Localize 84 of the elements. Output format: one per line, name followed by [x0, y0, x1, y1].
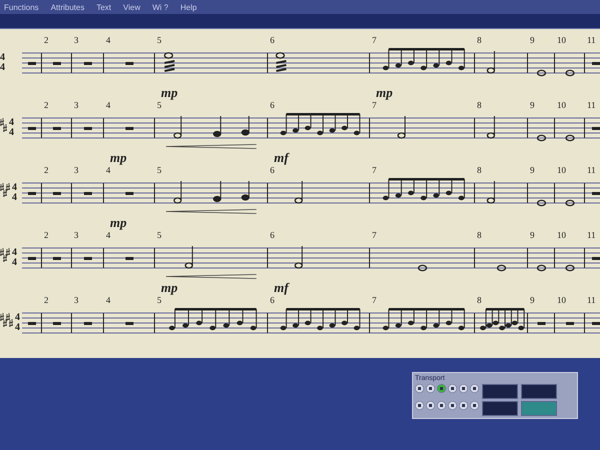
measure-number: 9: [530, 100, 534, 110]
measure-number: 9: [530, 295, 534, 305]
measure-number: 7: [372, 165, 376, 175]
measure-number: 8: [477, 230, 482, 240]
measure-number: 7: [372, 230, 376, 240]
transport-button-icon[interactable]: [426, 384, 435, 393]
measure-number: 6: [270, 35, 274, 45]
measure-number: 5: [157, 230, 162, 240]
measure-number: 4: [106, 35, 110, 45]
time-signature: 4 4: [9, 118, 14, 138]
measure-number: 9: [530, 165, 534, 175]
play-icon[interactable]: [437, 384, 446, 393]
menu-item[interactable]: Functions: [4, 2, 39, 12]
transport-button-icon[interactable]: [415, 401, 424, 410]
tempo-display: [521, 384, 557, 399]
measure-number: 11: [587, 165, 596, 175]
measure-number: 7: [372, 35, 376, 45]
menu-item[interactable]: View: [123, 2, 140, 12]
measure-number: 2: [44, 35, 48, 45]
measure-number: 11: [587, 295, 596, 305]
measure-number: 10: [557, 100, 566, 110]
measure-number: 8: [477, 100, 482, 110]
measure-number: 10: [557, 165, 566, 175]
measure-number: 8: [477, 165, 482, 175]
measure-number: 6: [270, 100, 274, 110]
measure-number: 2: [44, 295, 48, 305]
measure-number: 4: [106, 295, 110, 305]
time-display: [482, 384, 518, 399]
menu-item[interactable]: Help: [180, 2, 197, 12]
time-signature: 4 4: [12, 183, 17, 203]
dynamic-marking: mp: [109, 150, 127, 165]
measure-number: 8: [477, 35, 482, 45]
measure-number: 5: [157, 165, 162, 175]
menu-item[interactable]: Wi ?: [152, 2, 168, 12]
measure-number: 5: [157, 35, 162, 45]
measure-number: 8: [477, 295, 482, 305]
transport-button-icon[interactable]: [437, 401, 446, 410]
measure-number: 2: [44, 165, 48, 175]
measure-number: 3: [74, 100, 78, 110]
measure-number: 6: [270, 230, 274, 240]
measure-number: 6: [270, 295, 274, 305]
menu-item[interactable]: Attributes: [50, 2, 84, 12]
transport-button-icon[interactable]: [415, 384, 424, 393]
measure-number: 5: [157, 100, 162, 110]
measure-number: 3: [74, 230, 78, 240]
measure-number: 3: [74, 295, 78, 305]
measure-number: 6: [270, 165, 274, 175]
time-display: [482, 401, 518, 416]
transport-button-icon[interactable]: [426, 401, 435, 410]
transport-button-icon[interactable]: [470, 384, 479, 393]
dynamic-marking: mf: [273, 150, 288, 165]
measure-number: 9: [530, 35, 534, 45]
time-signature: 4 4: [0, 53, 5, 73]
dynamic-marking: mp: [160, 280, 178, 295]
dynamic-marking: mp: [109, 215, 127, 230]
menu-item[interactable]: Text: [96, 2, 112, 12]
measure-number: 4: [106, 165, 110, 175]
tempo-display: [521, 401, 557, 416]
measure-number: 4: [106, 230, 110, 240]
measure-number: 11: [587, 230, 596, 240]
measure-number: 3: [74, 35, 78, 45]
measure-number: 2: [44, 230, 48, 240]
measure-number: 10: [557, 230, 566, 240]
dynamic-marking: mf: [273, 280, 288, 295]
measure-number: 11: [587, 100, 596, 110]
transport-button-icon[interactable]: [448, 384, 457, 393]
transport-button-icon[interactable]: [470, 401, 479, 410]
measure-number: 10: [557, 295, 566, 305]
dynamic-marking: mp: [375, 85, 393, 100]
time-signature: 4 4: [15, 313, 20, 333]
measure-number: 7: [372, 100, 376, 110]
measure-number: 4: [106, 100, 110, 110]
measure-number: 2: [44, 100, 48, 110]
measure-number: 10: [557, 35, 566, 45]
measure-number: 5: [157, 295, 162, 305]
transport-button-icon[interactable]: [459, 384, 468, 393]
measure-number: 7: [372, 295, 376, 305]
transport-button-icon[interactable]: [459, 401, 468, 410]
dynamic-marking: mp: [160, 85, 178, 100]
measure-number: 3: [74, 165, 78, 175]
measure-number: 11: [587, 35, 596, 45]
transport-button-icon[interactable]: [448, 401, 457, 410]
time-signature: 4 4: [12, 248, 17, 268]
measure-number: 9: [530, 230, 534, 240]
